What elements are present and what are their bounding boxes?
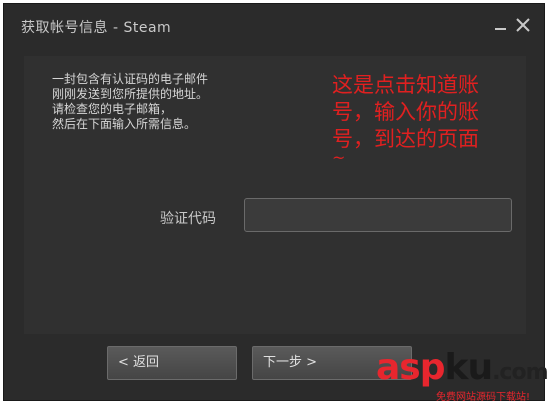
close-button[interactable] <box>512 14 534 36</box>
window-title: 获取帐号信息 - Steam <box>21 20 172 36</box>
red-annotation: 这是点击知道账 号，输入你的账 号，到达的页面 ~ <box>332 72 532 167</box>
title-bar: 获取帐号信息 - Steam <box>4 4 544 48</box>
annotation-line: 号，输入你的账 <box>332 100 479 124</box>
verification-code-input[interactable] <box>244 198 512 232</box>
watermark-logo: aspku.com <box>376 347 549 388</box>
annotation-line: ~ <box>332 148 346 167</box>
minimize-button[interactable] <box>490 14 512 36</box>
watermark-subtitle: 免费网站源码下载站! <box>436 392 531 403</box>
back-button[interactable]: < 返回 <box>107 346 237 380</box>
annotation-line: 这是点击知道账 <box>332 73 479 97</box>
annotation-line: 号，到达的页面 <box>332 127 479 151</box>
minimize-icon <box>495 28 506 30</box>
site-watermark: aspku.com 免费网站源码下载站! <box>376 347 549 404</box>
instruction-line: 一封包含有认证码的电子邮件 <box>52 72 209 86</box>
verification-code-label: 验证代码 <box>160 211 216 227</box>
instruction-line: 刚刚发送到您所提供的地址。 <box>52 87 209 101</box>
close-icon <box>516 18 530 32</box>
instruction-text: 一封包含有认证码的电子邮件 刚刚发送到您所提供的地址。 请检查您的电子邮箱， 然… <box>52 72 208 132</box>
instruction-line: 然后在下面输入所需信息。 <box>52 117 197 131</box>
instruction-line: 请检查您的电子邮箱， <box>52 102 173 116</box>
